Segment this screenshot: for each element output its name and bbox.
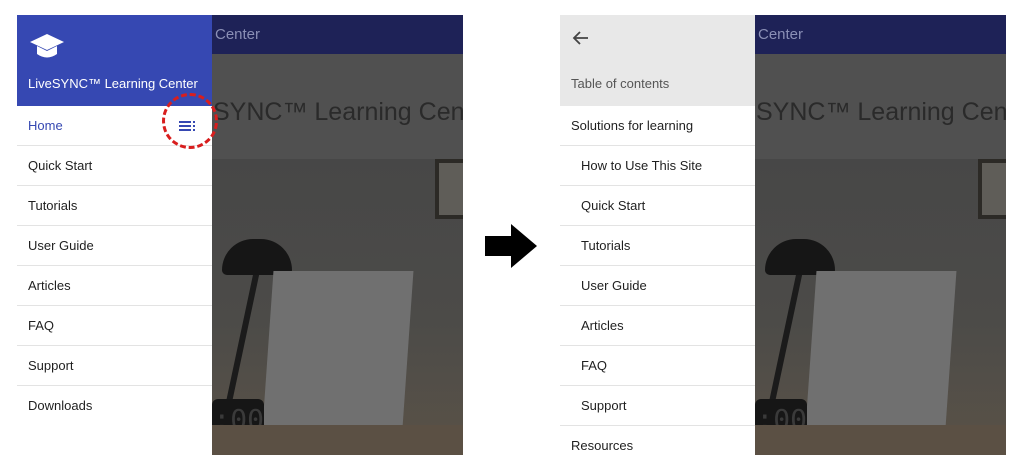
toc-item-solutions-for-learning[interactable]: Solutions for learning [560,106,755,146]
right-arrow-icon [485,224,537,268]
drawer-header: LiveSYNC™ Learning Center [17,15,212,106]
brand-title: LiveSYNC™ Learning Center [28,76,198,91]
desk-lamp [765,239,835,275]
toc-item-tutorials[interactable]: Tutorials [560,226,755,266]
nav-item-tutorials[interactable]: Tutorials [17,186,212,226]
toc-item-support[interactable]: Support [560,386,755,426]
toc-item-faq[interactable]: FAQ [560,346,755,386]
arrow-back-icon[interactable] [570,27,592,49]
nav-item-label: Quick Start [28,158,93,173]
screenshot-before: Center SYNC™ Learning Center :00 LiveSYN… [17,15,463,455]
hero-title: SYNC™ Learning Cente [756,98,1006,126]
toc-drawer: Table of contents Solutions for learning… [560,15,755,455]
nav-list: Home Quick Start Tutorials User Guide Ar… [17,93,218,425]
nav-item-articles[interactable]: Articles [17,266,212,306]
nav-item-label: FAQ [28,318,55,333]
highlight-circle [162,93,218,149]
toc-item-label: Articles [581,318,624,333]
desk-lamp-arm [767,271,803,411]
wall-frame [435,159,463,219]
toc-item-label: FAQ [581,358,608,373]
toc-item-quick-start[interactable]: Quick Start [560,186,755,226]
nav-item-support[interactable]: Support [17,346,212,386]
toc-item-how-to-use[interactable]: How to Use This Site [560,146,755,186]
wall-frame [978,159,1006,219]
graduation-cap-icon [30,34,64,58]
toc-item-resources[interactable]: Resources [560,426,755,455]
nav-item-label: Home [28,118,63,133]
navigation-drawer: LiveSYNC™ Learning Center Home Quick Sta… [17,15,218,455]
toc-item-label: How to Use This Site [581,158,703,173]
nav-item-quick-start[interactable]: Quick Start [17,146,212,186]
toc-item-label: Tutorials [581,238,631,253]
toc-item-user-guide[interactable]: User Guide [560,266,755,306]
nav-item-label: Tutorials [28,198,78,213]
toc-item-articles[interactable]: Articles [560,306,755,346]
nav-item-home[interactable]: Home [17,93,218,149]
nav-item-label: Articles [28,278,71,293]
toc-header: Table of contents [560,15,755,106]
screenshot-after: Center SYNC™ Learning Cente :00 Table of… [560,15,1006,455]
toc-item-label: Support [581,398,627,413]
toc-item-label: User Guide [581,278,647,293]
toc-item-label: Quick Start [581,198,646,213]
desk-lamp-arm [224,271,260,411]
hero-title: SYNC™ Learning Center [213,98,463,126]
toc-title: Table of contents [571,76,670,91]
nav-item-downloads[interactable]: Downloads [17,386,212,425]
nav-item-label: Downloads [28,398,93,413]
nav-item-label: User Guide [28,238,94,253]
app-bar-title: Center [758,26,804,43]
nav-item-faq[interactable]: FAQ [17,306,212,346]
nav-item-user-guide[interactable]: User Guide [17,226,212,266]
toc-item-label: Resources [571,438,634,453]
toc-list: Solutions for learning How to Use This S… [560,106,755,455]
toc-item-label: Solutions for learning [571,118,694,133]
app-bar-title: Center [215,26,261,43]
desk-lamp [222,239,292,275]
nav-item-label: Support [28,358,74,373]
